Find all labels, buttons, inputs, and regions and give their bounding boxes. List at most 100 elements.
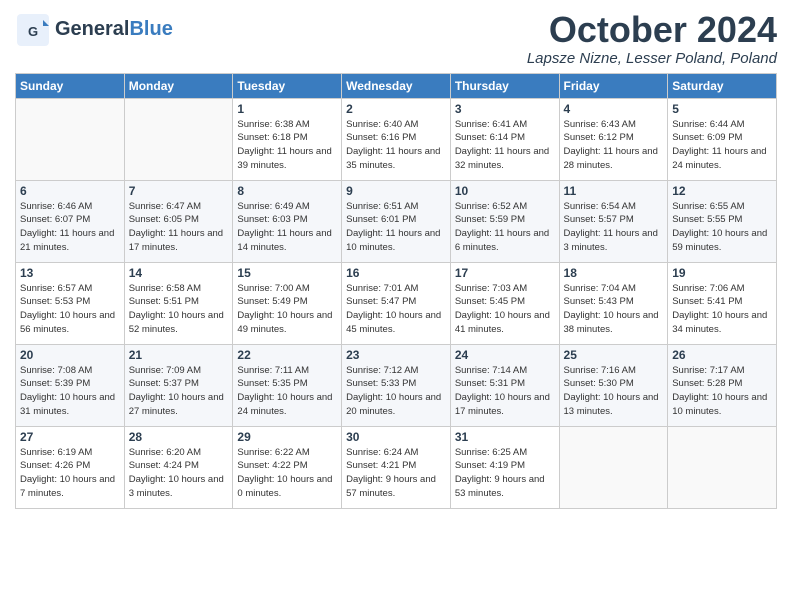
calendar-cell: 26 Sunrise: 7:17 AM Sunset: 5:28 PM Dayli… [668, 344, 777, 426]
day-number: 9 [346, 184, 446, 198]
day-info: Sunrise: 7:03 AM Sunset: 5:45 PM Dayligh… [455, 282, 555, 337]
day-info: Sunrise: 6:40 AM Sunset: 6:16 PM Dayligh… [346, 118, 446, 173]
calendar-header: SundayMondayTuesdayWednesdayThursdayFrid… [16, 73, 777, 98]
calendar-cell: 5Sunrise: 6:44 AM Sunset: 6:09 PM Daylig… [668, 98, 777, 180]
calendar-cell: 16 Sunrise: 7:01 AM Sunset: 5:47 PM Dayli… [342, 262, 451, 344]
header-day-sunday: Sunday [16, 73, 125, 98]
calendar-cell: 30Sunrise: 6:24 AM Sunset: 4:21 PM Dayli… [342, 426, 451, 508]
calendar-cell [124, 98, 233, 180]
title-block: October 2024 Lapsze Nizne, Lesser Poland… [527, 10, 777, 67]
day-number: 7 [129, 184, 229, 198]
header-row: SundayMondayTuesdayWednesdayThursdayFrid… [16, 73, 777, 98]
calendar-cell: 31 Sunrise: 6:25 AM Sunset: 4:19 PM Dayli… [450, 426, 559, 508]
calendar-cell: 24Sunrise: 7:14 AM Sunset: 5:31 PM Dayli… [450, 344, 559, 426]
calendar-cell: 15Sunrise: 7:00 AM Sunset: 5:49 PM Dayli… [233, 262, 342, 344]
day-info: Sunrise: 6:41 AM Sunset: 6:14 PM Dayligh… [455, 118, 555, 173]
week-row-4: 20 Sunrise: 7:08 AM Sunset: 5:39 PM Dayli… [16, 344, 777, 426]
day-info: Sunrise: 7:14 AM Sunset: 5:31 PM Dayligh… [455, 364, 555, 419]
day-info: Sunrise: 6:58 AM Sunset: 5:51 PM Dayligh… [129, 282, 229, 337]
day-info: Sunrise: 6:22 AM Sunset: 4:22 PM Dayligh… [237, 446, 337, 501]
day-info: Sunrise: 6:25 AM Sunset: 4:19 PM Dayligh… [455, 446, 555, 501]
calendar-cell: 25Sunrise: 7:16 AM Sunset: 5:30 PM Dayli… [559, 344, 668, 426]
day-number: 18 [564, 266, 664, 280]
day-info: Sunrise: 7:09 AM Sunset: 5:37 PM Dayligh… [129, 364, 229, 419]
svg-text:G: G [28, 24, 38, 39]
day-number: 21 [129, 348, 229, 362]
calendar-cell: 3Sunrise: 6:41 AM Sunset: 6:14 PM Daylig… [450, 98, 559, 180]
day-info: Sunrise: 6:49 AM Sunset: 6:03 PM Dayligh… [237, 200, 337, 255]
day-number: 10 [455, 184, 555, 198]
day-number: 6 [20, 184, 120, 198]
day-number: 12 [672, 184, 772, 198]
header-day-thursday: Thursday [450, 73, 559, 98]
week-row-1: 1 Sunrise: 6:38 AM Sunset: 6:18 PM Daylig… [16, 98, 777, 180]
day-number: 22 [237, 348, 337, 362]
day-number: 31 [455, 430, 555, 444]
calendar-cell: 1 Sunrise: 6:38 AM Sunset: 6:18 PM Daylig… [233, 98, 342, 180]
day-info: Sunrise: 6:44 AM Sunset: 6:09 PM Dayligh… [672, 118, 772, 173]
calendar-cell [16, 98, 125, 180]
calendar-cell: 14Sunrise: 6:58 AM Sunset: 5:51 PM Dayli… [124, 262, 233, 344]
day-info: Sunrise: 6:57 AM Sunset: 5:53 PM Dayligh… [20, 282, 120, 337]
day-info: Sunrise: 6:38 AM Sunset: 6:18 PM Dayligh… [237, 118, 337, 173]
day-number: 15 [237, 266, 337, 280]
page: G GeneralBlue October 2024 Lapsze Nizne,… [0, 0, 792, 612]
calendar-cell: 27 Sunrise: 6:19 AM Sunset: 4:26 PM Dayli… [16, 426, 125, 508]
calendar-cell: 18 Sunrise: 7:04 AM Sunset: 5:43 PM Dayli… [559, 262, 668, 344]
day-number: 27 [20, 430, 120, 444]
header-day-tuesday: Tuesday [233, 73, 342, 98]
day-info: Sunrise: 7:04 AM Sunset: 5:43 PM Dayligh… [564, 282, 664, 337]
day-number: 16 [346, 266, 446, 280]
day-number: 20 [20, 348, 120, 362]
day-info: Sunrise: 6:43 AM Sunset: 6:12 PM Dayligh… [564, 118, 664, 173]
calendar-body: 1 Sunrise: 6:38 AM Sunset: 6:18 PM Daylig… [16, 98, 777, 508]
day-number: 19 [672, 266, 772, 280]
day-number: 17 [455, 266, 555, 280]
calendar-table: SundayMondayTuesdayWednesdayThursdayFrid… [15, 73, 777, 509]
day-info: Sunrise: 6:55 AM Sunset: 5:55 PM Dayligh… [672, 200, 772, 255]
day-number: 8 [237, 184, 337, 198]
day-info: Sunrise: 7:01 AM Sunset: 5:47 PM Dayligh… [346, 282, 446, 337]
day-info: Sunrise: 7:06 AM Sunset: 5:41 PM Dayligh… [672, 282, 772, 337]
day-number: 23 [346, 348, 446, 362]
calendar-cell: 12 Sunrise: 6:55 AM Sunset: 5:55 PM Dayli… [668, 180, 777, 262]
calendar-cell: 13Sunrise: 6:57 AM Sunset: 5:53 PM Dayli… [16, 262, 125, 344]
calendar-cell: 7 Sunrise: 6:47 AM Sunset: 6:05 PM Daylig… [124, 180, 233, 262]
calendar-cell [559, 426, 668, 508]
logo-text-block: GeneralBlue [55, 18, 173, 40]
week-row-3: 13Sunrise: 6:57 AM Sunset: 5:53 PM Dayli… [16, 262, 777, 344]
calendar-cell: 6 Sunrise: 6:46 AM Sunset: 6:07 PM Daylig… [16, 180, 125, 262]
day-info: Sunrise: 7:11 AM Sunset: 5:35 PM Dayligh… [237, 364, 337, 419]
day-number: 29 [237, 430, 337, 444]
day-number: 26 [672, 348, 772, 362]
day-number: 25 [564, 348, 664, 362]
day-info: Sunrise: 6:46 AM Sunset: 6:07 PM Dayligh… [20, 200, 120, 255]
month-title: October 2024 [527, 10, 777, 50]
day-info: Sunrise: 6:52 AM Sunset: 5:59 PM Dayligh… [455, 200, 555, 255]
calendar-cell: 28Sunrise: 6:20 AM Sunset: 4:24 PM Dayli… [124, 426, 233, 508]
calendar-cell: 20 Sunrise: 7:08 AM Sunset: 5:39 PM Dayli… [16, 344, 125, 426]
day-info: Sunrise: 6:20 AM Sunset: 4:24 PM Dayligh… [129, 446, 229, 501]
day-info: Sunrise: 6:19 AM Sunset: 4:26 PM Dayligh… [20, 446, 120, 501]
week-row-2: 6 Sunrise: 6:46 AM Sunset: 6:07 PM Daylig… [16, 180, 777, 262]
calendar-cell: 10 Sunrise: 6:52 AM Sunset: 5:59 PM Dayli… [450, 180, 559, 262]
header-day-saturday: Saturday [668, 73, 777, 98]
day-number: 1 [237, 102, 337, 116]
day-number: 4 [564, 102, 664, 116]
calendar-cell: 22 Sunrise: 7:11 AM Sunset: 5:35 PM Dayli… [233, 344, 342, 426]
day-info: Sunrise: 7:08 AM Sunset: 5:39 PM Dayligh… [20, 364, 120, 419]
day-number: 30 [346, 430, 446, 444]
calendar-cell: 8 Sunrise: 6:49 AM Sunset: 6:03 PM Daylig… [233, 180, 342, 262]
logo-icon: G [15, 12, 51, 48]
day-info: Sunrise: 7:17 AM Sunset: 5:28 PM Dayligh… [672, 364, 772, 419]
calendar-cell: 17 Sunrise: 7:03 AM Sunset: 5:45 PM Dayli… [450, 262, 559, 344]
calendar-cell: 19 Sunrise: 7:06 AM Sunset: 5:41 PM Dayli… [668, 262, 777, 344]
logo-name: GeneralBlue [55, 18, 173, 40]
day-number: 2 [346, 102, 446, 116]
calendar-cell: 21 Sunrise: 7:09 AM Sunset: 5:37 PM Dayli… [124, 344, 233, 426]
location: Lapsze Nizne, Lesser Poland, Poland [527, 50, 777, 67]
calendar-cell: 29 Sunrise: 6:22 AM Sunset: 4:22 PM Dayli… [233, 426, 342, 508]
header-day-monday: Monday [124, 73, 233, 98]
day-info: Sunrise: 6:47 AM Sunset: 6:05 PM Dayligh… [129, 200, 229, 255]
logo: G GeneralBlue [15, 10, 173, 48]
